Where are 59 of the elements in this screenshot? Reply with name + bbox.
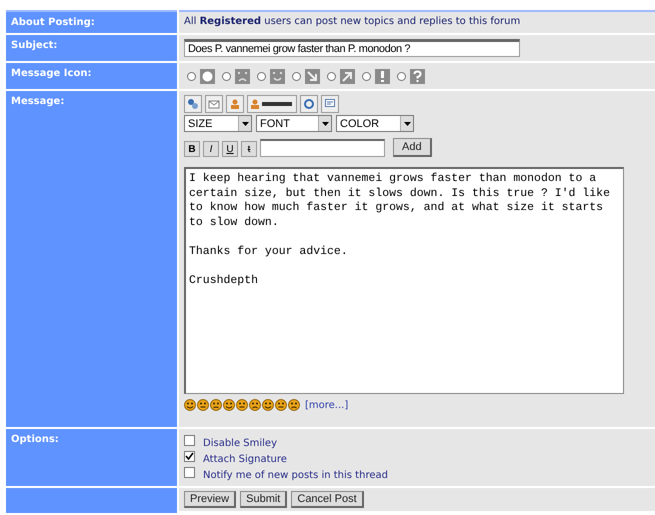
person-icon[interactable]: [226, 95, 244, 113]
format-button[interactable]: U: [222, 141, 238, 157]
circle-icon: [200, 68, 215, 84]
smiley-icon[interactable]: [197, 399, 209, 411]
dropdown[interactable]: SIZE: [184, 115, 252, 132]
link-icon[interactable]: [184, 95, 202, 113]
caret-icon: [404, 122, 410, 126]
arrow-icon: [305, 68, 320, 84]
dropdown[interactable]: FONT: [256, 115, 332, 132]
smiley-icon[interactable]: [210, 399, 222, 411]
format-button[interactable]: t: [241, 141, 257, 157]
more-link[interactable]: [more...]: [305, 400, 348, 410]
checkbox[interactable]: [184, 467, 195, 478]
arrow-icon: [340, 68, 355, 84]
radio-button[interactable]: [222, 72, 231, 80]
field-label: Message:: [6, 90, 178, 428]
dropdown[interactable]: COLOR: [336, 115, 414, 132]
option-label: Attach Signature: [203, 454, 287, 465]
smiley-icon[interactable]: [236, 399, 248, 411]
field-label: Subject:: [6, 34, 178, 62]
quote-icon[interactable]: [321, 95, 339, 113]
caret-icon: [242, 122, 248, 126]
email-icon[interactable]: [205, 95, 223, 113]
smiley-icon[interactable]: [275, 399, 287, 411]
checkbox[interactable]: [184, 451, 195, 462]
form-button[interactable]: Preview: [184, 491, 236, 508]
option-label: Disable Smiley: [203, 438, 277, 449]
caret-icon: [322, 122, 328, 126]
field-label: Message Icon:: [6, 62, 178, 90]
posting-notice: All Registered users can post new topics and replies to this forum: [184, 16, 520, 27]
format-button[interactable]: I: [203, 141, 219, 157]
radio-button[interactable]: [292, 72, 301, 80]
input-field[interactable]: [260, 139, 385, 157]
radio-button[interactable]: [397, 72, 406, 80]
field-label: About Posting:: [6, 11, 178, 34]
banner-icon[interactable]: [247, 95, 297, 113]
smiley-icon[interactable]: [223, 399, 235, 411]
radio-button[interactable]: [187, 72, 196, 80]
radio-button[interactable]: [257, 72, 266, 80]
subject-field[interactable]: Does P. vannemei grow faster than P. monodon ?: [184, 39, 520, 57]
radio-button[interactable]: [327, 72, 336, 80]
option-label: Notify me of new posts in this thread: [203, 470, 388, 481]
exclamation-icon: [375, 68, 390, 84]
smiley-icon[interactable]: [184, 399, 196, 411]
form-button[interactable]: Cancel Post: [291, 491, 364, 508]
refresh-icon[interactable]: [300, 95, 318, 113]
radio-button[interactable]: [362, 72, 371, 80]
smiley-icon[interactable]: [249, 399, 261, 411]
format-button[interactable]: B: [184, 141, 200, 157]
frown-icon: [235, 68, 250, 84]
smile-icon: [270, 68, 285, 84]
add-button[interactable]: Add: [393, 138, 432, 157]
checkbox[interactable]: [184, 435, 195, 446]
smiley-icon[interactable]: [262, 399, 274, 411]
field-label: Options:: [6, 428, 178, 487]
question-icon: [410, 68, 425, 84]
message-field[interactable]: I keep hearing that vannemei grows faster than monodon to a certain size, but then it slows down. Is this true ? I'd like to know how much faster it grows, and at what size it starts to slow down. Thanks for your advice. Crushdepth: [184, 167, 624, 394]
smiley-icon[interactable]: [288, 399, 300, 411]
form-button[interactable]: Submit: [240, 491, 288, 508]
